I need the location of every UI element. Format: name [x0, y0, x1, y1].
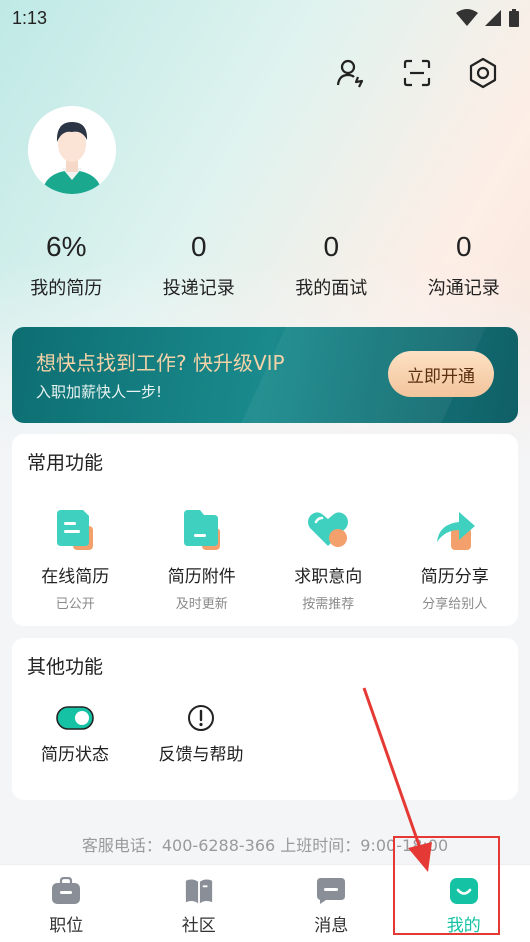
- other-label: 反馈与帮助: [158, 745, 244, 765]
- user-switch-icon[interactable]: [334, 56, 368, 90]
- vip-open-button[interactable]: 立即开通: [388, 351, 494, 397]
- scan-icon[interactable]: [400, 56, 434, 90]
- func-resume-share[interactable]: 简历分享 分享给别人: [392, 508, 519, 612]
- avatar[interactable]: [28, 106, 116, 194]
- avatar-image: [28, 106, 116, 194]
- book-icon: [185, 879, 212, 904]
- stat-label: 我的面试: [295, 278, 368, 299]
- func-job-intent[interactable]: 求职意向 按需推荐: [265, 508, 392, 612]
- func-label: 简历分享: [420, 567, 489, 587]
- status-bar: 1:13: [0, 0, 530, 36]
- func-sub: 分享给别人: [422, 597, 488, 612]
- func-label: 求职意向: [294, 567, 363, 587]
- func-label: 简历附件: [167, 567, 236, 587]
- func-sub: 已公开: [55, 597, 95, 612]
- help-icon: [181, 704, 221, 732]
- stat-label: 投递记录: [162, 278, 235, 299]
- battery-icon: [509, 9, 519, 27]
- briefcase-icon: [52, 877, 81, 904]
- vip-banner[interactable]: 想快点找到工作? 快升级VIP 入职加薪快人一步! 立即开通: [12, 327, 518, 423]
- func-resume-attachment[interactable]: 简历附件 及时更新: [139, 508, 266, 612]
- common-functions-row: 在线简历 已公开 简历附件 及时更新 求职意向 按需推荐 简历分享 分享给别人: [12, 508, 518, 612]
- func-sub: 及时更新: [175, 597, 228, 612]
- func-sub: 按需推荐: [302, 597, 355, 612]
- stat-resume[interactable]: 6% 我的简历: [0, 228, 133, 300]
- stat-applications[interactable]: 0 投递记录: [133, 228, 266, 300]
- message-icon: [317, 878, 346, 904]
- status-icons: [456, 8, 520, 28]
- other-feedback-help[interactable]: 反馈与帮助: [138, 704, 264, 765]
- tab-label: 消息: [314, 916, 349, 936]
- stat-chats[interactable]: 0 沟通记录: [398, 228, 530, 300]
- resume-attachment-icon: [180, 508, 224, 552]
- tab-messages[interactable]: 消息: [265, 865, 398, 942]
- func-online-resume[interactable]: 在线简历 已公开: [12, 508, 139, 612]
- stat-label: 沟通记录: [427, 278, 500, 299]
- other-functions-card: 其他功能 简历状态 反馈与帮助: [12, 638, 518, 800]
- tab-community[interactable]: 社区: [133, 865, 266, 942]
- stats-row: 6% 我的简历 0 投递记录 0 我的面试 0 沟通记录: [0, 228, 530, 300]
- card-title: 常用功能: [27, 452, 104, 474]
- annotation-highlight-box: [393, 836, 500, 935]
- resume-share-icon: [433, 508, 477, 552]
- wifi-icon: [456, 9, 478, 26]
- vip-title: 想快点找到工作? 快升级VIP: [36, 351, 285, 375]
- card-title: 其他功能: [27, 656, 104, 678]
- other-functions-row: 简历状态 反馈与帮助: [12, 704, 264, 765]
- status-time: 1:13: [12, 7, 48, 28]
- tab-jobs[interactable]: 职位: [0, 865, 133, 942]
- online-resume-icon: [53, 508, 97, 552]
- vip-subtitle: 入职加薪快人一步!: [36, 383, 163, 401]
- other-resume-status[interactable]: 简历状态: [12, 704, 138, 765]
- stat-label: 我的简历: [30, 278, 103, 299]
- other-label: 简历状态: [41, 745, 109, 765]
- stat-value: 0: [455, 231, 472, 262]
- stat-value: 0: [190, 231, 207, 262]
- job-intent-icon: [306, 508, 350, 552]
- common-functions-card: 常用功能 在线简历 已公开 简历附件 及时更新 求职意向 按需推荐 简历分享 分…: [12, 434, 518, 626]
- stat-interviews[interactable]: 0 我的面试: [265, 228, 398, 300]
- stat-value: 0: [323, 231, 340, 262]
- signal-icon: [485, 10, 501, 26]
- settings-icon[interactable]: [466, 56, 500, 90]
- header-actions: [334, 56, 500, 90]
- stat-value: 6%: [46, 231, 87, 262]
- toggle-icon: [55, 704, 95, 732]
- tab-label: 社区: [181, 916, 216, 936]
- func-label: 在线简历: [41, 567, 110, 587]
- tab-label: 职位: [49, 916, 84, 936]
